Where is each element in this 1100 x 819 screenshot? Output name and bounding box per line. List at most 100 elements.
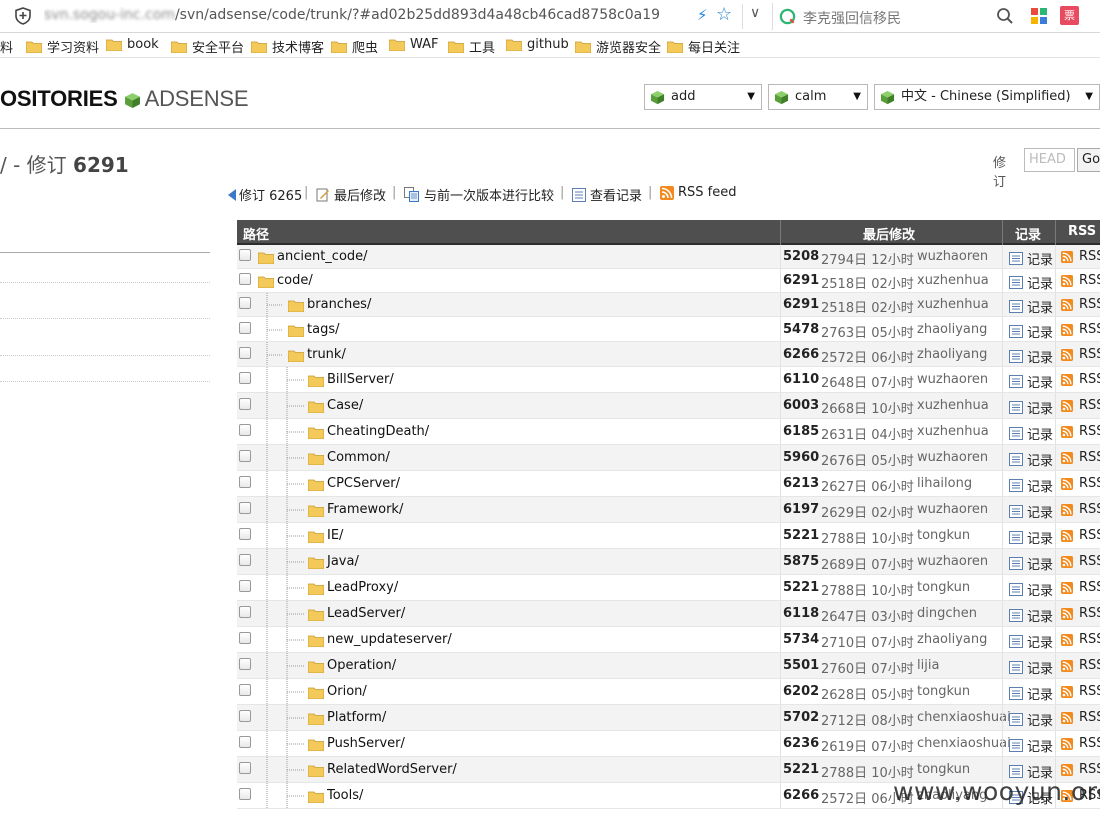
row-checkbox[interactable] (239, 788, 251, 800)
rss-link[interactable]: RSS (1061, 273, 1100, 288)
revision-input[interactable]: HEAD (1024, 148, 1075, 172)
rss-link[interactable]: RSS (1061, 554, 1100, 569)
view-log-link[interactable]: 记录 (1009, 502, 1053, 521)
folder-name-link[interactable]: LeadServer/ (327, 606, 405, 621)
lightning-icon[interactable]: ⚡ (697, 6, 708, 24)
rss-link[interactable]: RSS (1061, 580, 1100, 595)
rss-link[interactable]: RSS (1061, 347, 1100, 362)
view-log-link[interactable]: 记录 (1009, 658, 1053, 677)
apps-grid-icon[interactable] (1030, 7, 1048, 25)
folder-name-link[interactable]: code/ (277, 273, 313, 288)
folder-name-link[interactable]: IE/ (327, 528, 343, 543)
view-log-link[interactable]: 记录 (1009, 273, 1053, 292)
row-checkbox[interactable] (239, 450, 251, 462)
revision-number[interactable]: 6118 (783, 606, 819, 621)
revision-number[interactable]: 6202 (783, 684, 819, 699)
table-row[interactable]: Operation/55012760日 07小时lijia 记录 RSS (237, 653, 1100, 679)
bookmark-item[interactable]: 爬虫 (331, 37, 378, 56)
chevron-down-icon[interactable]: ∨ (750, 5, 760, 21)
table-row[interactable]: branches/62912518日 02小时xuzhenhua 记录 RSS (237, 293, 1100, 317)
ticket-extension-icon[interactable]: 票 (1060, 6, 1079, 25)
view-log-link[interactable]: 记录 (1009, 554, 1053, 573)
bookmark-item[interactable]: 料 (0, 37, 13, 56)
url-field[interactable]: svn.sogou-inc.com/svn/adsense/code/trunk… (44, 7, 689, 23)
revision-number[interactable]: 6266 (783, 347, 819, 362)
rss-link[interactable]: RSS (1061, 606, 1100, 621)
revision-number[interactable]: 6266 (783, 788, 819, 803)
table-row[interactable]: code/62912518日 02小时xuzhenhua 记录 RSS (237, 269, 1100, 293)
row-checkbox[interactable] (239, 372, 251, 384)
rss-link[interactable]: RSS (1061, 736, 1100, 751)
folder-name-link[interactable]: Platform/ (327, 710, 386, 725)
folder-name-link[interactable]: trunk/ (307, 347, 346, 362)
revision-number[interactable]: 6291 (783, 297, 819, 312)
table-row[interactable]: tags/54782763日 05小时zhaoliyang 记录 RSS (237, 317, 1100, 342)
table-row[interactable]: Orion/62022628日 05小时tongkun 记录 RSS (237, 679, 1100, 705)
revision-number[interactable]: 6003 (783, 398, 819, 413)
folder-name-link[interactable]: Tools/ (327, 788, 363, 803)
table-row[interactable]: Framework/61972629日 02小时wuzhaoren 记录 RSS (237, 497, 1100, 523)
project-name[interactable]: ADSENSE (145, 86, 249, 111)
table-row[interactable]: LeadServer/61182647日 03小时dingchen 记录 RSS (237, 601, 1100, 627)
table-row[interactable]: ancient_code/5208 2794日 12小时 wuzhaoren 记录 RS… (237, 245, 1100, 269)
view-log-link[interactable]: 记录 (1009, 398, 1053, 417)
row-checkbox[interactable] (239, 424, 251, 436)
folder-name-link[interactable]: Orion/ (327, 684, 367, 699)
view-log-link[interactable]: 记录 (1009, 322, 1053, 341)
rss-link[interactable]: RSS (1061, 658, 1100, 673)
bookmark-item[interactable]: 学习资料 (26, 37, 99, 56)
table-row[interactable]: new_updateserver/5734 2710日 07小时 zhaoliyan… (237, 627, 1100, 653)
table-row[interactable]: PushServer/6236 2619日 07小时 chenxiaoshuai 记录… (237, 731, 1100, 757)
view-log-link[interactable]: 记录 (1009, 372, 1053, 391)
rss-link[interactable]: RSS (1061, 398, 1100, 413)
rss-link[interactable]: RSS (1061, 632, 1100, 647)
table-row[interactable]: Common/59602676日 05小时wuzhaoren 记录 RSS (237, 445, 1100, 471)
revision-number[interactable]: 5501 (783, 658, 819, 673)
table-row[interactable]: BillServer/61102648日 07小时wuzhaoren 记录 RSS (237, 367, 1100, 393)
row-checkbox[interactable] (239, 710, 251, 722)
row-checkbox[interactable] (239, 736, 251, 748)
view-log-link[interactable]: 查看记录 (572, 185, 642, 204)
table-row[interactable]: CheatingDeath/6185 2631日 04小时 xuzhenhua 记录 R… (237, 419, 1100, 445)
rss-link[interactable]: RSS (1061, 297, 1100, 312)
revision-link[interactable]: 修订 6265 (228, 185, 302, 204)
revision-number[interactable]: 5221 (783, 528, 819, 543)
rss-link[interactable]: RSS (1061, 502, 1100, 517)
folder-name-link[interactable]: CPCServer/ (327, 476, 400, 491)
bookmark-item[interactable]: 每日关注 (667, 37, 740, 56)
view-log-link[interactable]: 记录 (1009, 347, 1053, 366)
revision-number[interactable]: 6236 (783, 736, 819, 751)
bookmark-item[interactable]: book (106, 37, 159, 52)
row-checkbox[interactable] (239, 684, 251, 696)
rss-feed-link[interactable]: RSS feed (660, 185, 737, 200)
table-row[interactable]: Case/60032668日 10小时xuzhenhua 记录 RSS (237, 393, 1100, 419)
revision-number[interactable]: 5208 (783, 249, 819, 264)
rss-link[interactable]: RSS (1061, 372, 1100, 387)
star-icon[interactable]: ☆ (716, 4, 732, 25)
folder-name-link[interactable]: Case/ (327, 398, 363, 413)
row-checkbox[interactable] (239, 297, 251, 309)
folder-name-link[interactable]: RelatedWordServer/ (327, 762, 457, 777)
table-row[interactable]: LeadProxy/52212788日 10小时tongkun 记录 RSS (237, 575, 1100, 601)
row-checkbox[interactable] (239, 632, 251, 644)
row-checkbox[interactable] (239, 322, 251, 334)
view-log-link[interactable]: 记录 (1009, 736, 1053, 755)
folder-name-link[interactable]: LeadProxy/ (327, 580, 398, 595)
table-row[interactable]: Platform/5702 2712日 08小时 chenxiaoshuai 记录 RS… (237, 705, 1100, 731)
rss-link[interactable]: RSS (1061, 762, 1100, 777)
row-checkbox[interactable] (239, 606, 251, 618)
rss-link[interactable]: RSS (1061, 710, 1100, 725)
view-log-link[interactable]: 记录 (1009, 476, 1053, 495)
folder-name-link[interactable]: Framework/ (327, 502, 403, 517)
revision-number[interactable]: 6197 (783, 502, 819, 517)
view-log-link[interactable]: 记录 (1009, 249, 1053, 268)
table-row[interactable]: CPCServer/62132627日 06小时lihailong 记录 RSS (237, 471, 1100, 497)
bookmark-item[interactable]: 技术博客 (251, 37, 324, 56)
folder-name-link[interactable]: Java/ (327, 554, 359, 569)
folder-name-link[interactable]: BillServer/ (327, 372, 394, 387)
row-checkbox[interactable] (239, 658, 251, 670)
row-checkbox[interactable] (239, 249, 251, 261)
row-checkbox[interactable] (239, 398, 251, 410)
folder-name-link[interactable]: CheatingDeath/ (327, 424, 429, 439)
language-select[interactable]: 中文 - Chinese (Simplified) ▼ (874, 84, 1100, 110)
